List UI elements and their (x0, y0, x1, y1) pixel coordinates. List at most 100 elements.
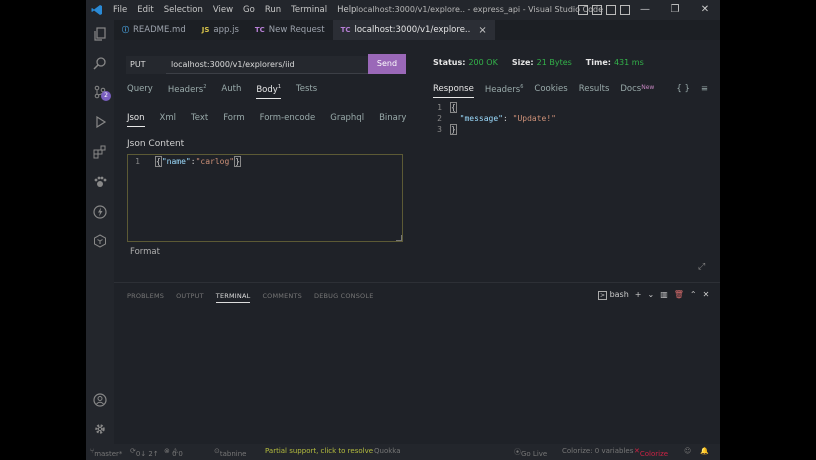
menu-bar: File Edit Selection View Go Run Terminal… (108, 5, 361, 15)
colorize-status[interactable]: ✕ Colorize (634, 447, 668, 458)
format-button[interactable]: Format (130, 247, 160, 257)
partial-support-status[interactable]: Partial support, click to resolve (265, 447, 373, 455)
line-number: 1 (135, 157, 140, 166)
source-control-badge: 2 (101, 91, 111, 101)
send-button[interactable]: Send (368, 54, 406, 74)
expand-icon[interactable]: ⤢ (698, 262, 705, 272)
feedback-icon[interactable]: ☺ (684, 447, 691, 455)
title-bar: File Edit Selection View Go Run Terminal… (86, 0, 720, 20)
tabnine-status[interactable]: ⊙ tabnine (214, 447, 246, 458)
tab-response[interactable]: Response (433, 84, 474, 98)
explorer-icon[interactable] (92, 26, 108, 42)
menu-selection[interactable]: Selection (159, 5, 208, 15)
window-title: localhost:3000/v1/explore.. - express_ap… (356, 5, 604, 14)
response-line: 1{ (437, 102, 457, 113)
colorize-variables-status[interactable]: Colorize: 0 variables (562, 447, 633, 455)
url-input[interactable]: localhost:3000/v1/explorers/iid (166, 56, 368, 74)
customize-layout-icon[interactable] (620, 5, 630, 15)
menu-icon[interactable]: ≡ (701, 84, 708, 94)
terminal-shell[interactable]: > bash (598, 290, 629, 300)
search-icon[interactable] (92, 55, 108, 71)
split-terminal-icon[interactable]: ▥ (660, 290, 668, 299)
menu-run[interactable]: Run (260, 5, 286, 15)
layout-controls (578, 5, 630, 15)
resize-handle-icon[interactable] (396, 235, 402, 241)
response-body: 1{ 2 "message": "Update!" 3} (428, 102, 556, 135)
panel-tab-problems[interactable]: PROBLEMS (127, 292, 164, 303)
menu-terminal[interactable]: Terminal (286, 5, 332, 15)
tab-readme[interactable]: ⓘ README.md (114, 20, 194, 40)
close-window-button[interactable]: ✕ (690, 0, 720, 20)
minimize-button[interactable]: — (630, 0, 660, 20)
method-select[interactable]: PUT (126, 56, 166, 74)
window-controls: — ❐ ✕ (630, 0, 720, 20)
vscode-logo-icon (86, 0, 108, 20)
toggle-secondary-sidebar-icon[interactable] (606, 5, 616, 15)
menu-file[interactable]: File (108, 5, 132, 15)
extensions-icon[interactable] (92, 144, 108, 160)
body-type-form[interactable]: Form (223, 113, 244, 127)
paw-icon[interactable] (92, 174, 108, 190)
close-panel-button[interactable]: ✕ (703, 290, 710, 299)
toggle-panel-icon[interactable] (592, 5, 602, 15)
response-line: 2 "message": "Update!" (437, 114, 556, 123)
account-icon[interactable] (92, 392, 108, 408)
size-value: 21 Bytes (536, 58, 572, 67)
maximize-button[interactable]: ❐ (660, 0, 690, 20)
body-type-xml[interactable]: Xml (160, 113, 176, 127)
tab-query[interactable]: Query (127, 84, 153, 99)
new-terminal-button[interactable]: + (635, 290, 642, 299)
panel-tab-terminal[interactable]: TERMINAL (215, 292, 251, 303)
tab-cookies[interactable]: Cookies (534, 84, 567, 94)
size-info: Size: 21 Bytes (511, 58, 572, 67)
notifications-bell-icon[interactable]: 🔔 (700, 447, 709, 455)
response-tabs: Response Headers6 Cookies Results DocsNe… (433, 84, 719, 98)
panel-tab-debug-console[interactable]: DEBUG CONSOLE (314, 292, 374, 303)
tab-app-js[interactable]: JS app.js (194, 20, 247, 40)
json-content-label: Json Content (127, 139, 185, 149)
request-tabs: Query Headers2 Auth Body1 Tests (127, 84, 332, 99)
settings-gear-icon[interactable] (92, 421, 108, 437)
body-type-form-encode[interactable]: Form-encode (260, 113, 316, 127)
run-debug-icon[interactable] (92, 114, 108, 130)
menu-go[interactable]: Go (238, 5, 260, 15)
terminal-dropdown-icon[interactable]: ⌄ (648, 290, 655, 299)
menu-view[interactable]: View (208, 5, 238, 15)
tab-response-headers[interactable]: Headers6 (485, 84, 524, 95)
quokka-status[interactable]: Quokka (374, 447, 401, 455)
menu-edit[interactable]: Edit (132, 5, 158, 15)
new-badge: New (641, 84, 655, 91)
source-control-icon[interactable]: 2 (92, 84, 111, 101)
tab-auth[interactable]: Auth (221, 84, 241, 99)
json-body-editor[interactable]: 1 {"name":"carlog"} (127, 154, 403, 242)
body-type-text[interactable]: Text (191, 113, 208, 127)
sync-status[interactable]: ⟳ 0↓ 2↑ (130, 447, 159, 458)
panel-tabs: PROBLEMS OUTPUT TERMINAL COMMENTS DEBUG … (127, 292, 386, 303)
status-value: 200 OK (468, 58, 498, 67)
close-tab-icon[interactable]: × (478, 25, 486, 36)
vscode-window: File Edit Selection View Go Run Terminal… (86, 0, 720, 460)
body-type-binary[interactable]: Binary (379, 113, 406, 127)
problems-status[interactable]: ⊗ 0 ⚠ 0 (164, 447, 183, 458)
maximize-panel-icon[interactable]: ⌃ (690, 290, 697, 299)
braces-icon[interactable]: { } (676, 84, 690, 94)
tab-docs[interactable]: DocsNew (620, 84, 665, 94)
body-type-json[interactable]: Json (127, 113, 145, 127)
tab-headers[interactable]: Headers2 (168, 84, 207, 99)
go-live-button[interactable]: ⦿ Go Live (514, 447, 547, 458)
panel-tab-comments[interactable]: COMMENTS (262, 292, 302, 303)
tab-tests[interactable]: Tests (296, 84, 317, 99)
trash-icon[interactable]: 🗑 (674, 290, 684, 299)
panel-divider (114, 282, 720, 283)
terminal-controls: > bash + ⌄ ▥ 🗑 ⌃ ✕ (598, 290, 710, 300)
cube-icon[interactable] (92, 233, 108, 249)
body-type-graphql[interactable]: Graphql (330, 113, 364, 127)
tab-body[interactable]: Body1 (256, 84, 281, 99)
panel-tab-output[interactable]: OUTPUT (176, 292, 204, 303)
thunder-client-icon[interactable] (92, 204, 108, 220)
tab-request-active[interactable]: TC localhost:3000/v1/explore.. × (332, 20, 495, 40)
tab-new-request[interactable]: TC New Request (247, 20, 333, 40)
tab-results[interactable]: Results (579, 84, 610, 94)
branch-status[interactable]: ⑂ master* (90, 447, 122, 458)
toggle-sidebar-icon[interactable] (578, 5, 588, 15)
